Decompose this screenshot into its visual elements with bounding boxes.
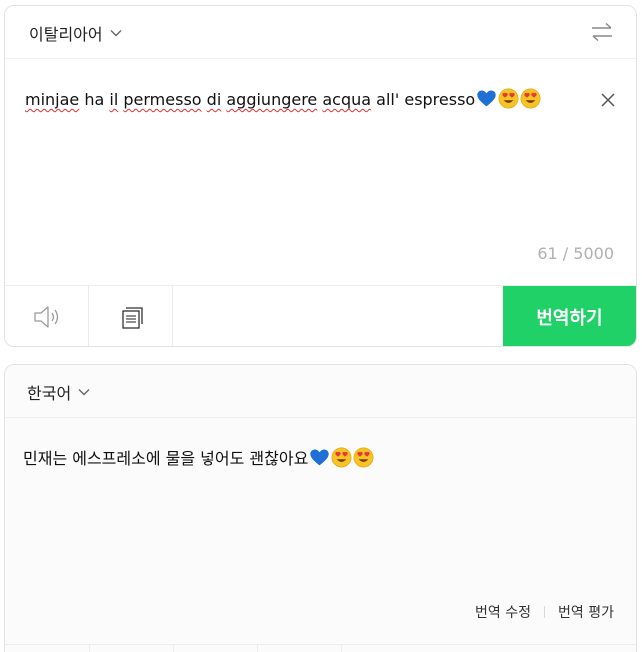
listen-button[interactable] (5, 286, 89, 346)
target-language-select[interactable]: 한국어 (27, 379, 91, 405)
source-panel: 이탈리아어 minjae ha il permesso di aggiunger… (4, 5, 637, 347)
close-icon[interactable] (600, 92, 616, 108)
copy-icon (121, 306, 143, 329)
edit-translation-link[interactable]: 번역 수정 (475, 602, 531, 622)
translation-text: 민재는 에스프레소에 물을 넣어도 괜찮아요 (23, 449, 309, 468)
target-language-bar: 한국어 (5, 365, 636, 418)
target-panel: 한국어 민재는 에스프레소에 물을 넣어도 괜찮아요 번역 수정 번역 평가 (4, 364, 637, 652)
heart-eyes-icon (498, 88, 519, 109)
source-text-area[interactable]: minjae ha il permesso di aggiungere acqu… (25, 88, 585, 112)
divider (257, 645, 258, 652)
heart-eyes-icon (353, 447, 374, 468)
chevron-down-icon (78, 389, 90, 396)
spellcheck-word: minjae (25, 90, 80, 109)
copy-button[interactable] (89, 286, 173, 346)
source-language-select[interactable]: 이탈리아어 (29, 20, 123, 46)
target-toolbar (5, 644, 636, 652)
chevron-down-icon (110, 30, 122, 37)
divider (544, 606, 546, 618)
source-text-segment: ha (79, 90, 110, 109)
blue-heart-icon (310, 449, 329, 466)
spellcheck-word: aggiungere (226, 90, 318, 109)
spellcheck-word: permesso (123, 90, 202, 109)
heart-eyes-icon (331, 447, 352, 468)
source-language-bar: 이탈리아어 (5, 6, 636, 59)
blue-heart-icon (477, 90, 496, 107)
source-toolbar: 번역하기 (5, 285, 636, 346)
divider (173, 645, 174, 652)
char-count: 61 / 5000 (537, 244, 614, 263)
rate-translation-link[interactable]: 번역 평가 (558, 602, 614, 622)
translate-button[interactable]: 번역하기 (503, 286, 636, 346)
translation-actions: 번역 수정 번역 평가 (475, 602, 614, 622)
translation-output: 민재는 에스프레소에 물을 넣어도 괜찮아요 (23, 447, 374, 471)
source-language-label: 이탈리아어 (29, 25, 103, 44)
translator-page: 이탈리아어 minjae ha il permesso di aggiunger… (0, 0, 642, 652)
spellcheck-word: di (206, 90, 222, 109)
spellcheck-word: acqua (322, 90, 372, 109)
swap-icon[interactable] (590, 22, 614, 42)
divider (89, 645, 90, 652)
source-text-segment: all' espresso (371, 90, 476, 109)
divider (341, 645, 342, 652)
speaker-icon (33, 305, 58, 328)
source-text: minjae ha il permesso di aggiungere acqu… (25, 90, 475, 109)
heart-eyes-icon (520, 88, 541, 109)
spellcheck-word: il (109, 90, 119, 109)
target-language-label: 한국어 (27, 384, 72, 403)
